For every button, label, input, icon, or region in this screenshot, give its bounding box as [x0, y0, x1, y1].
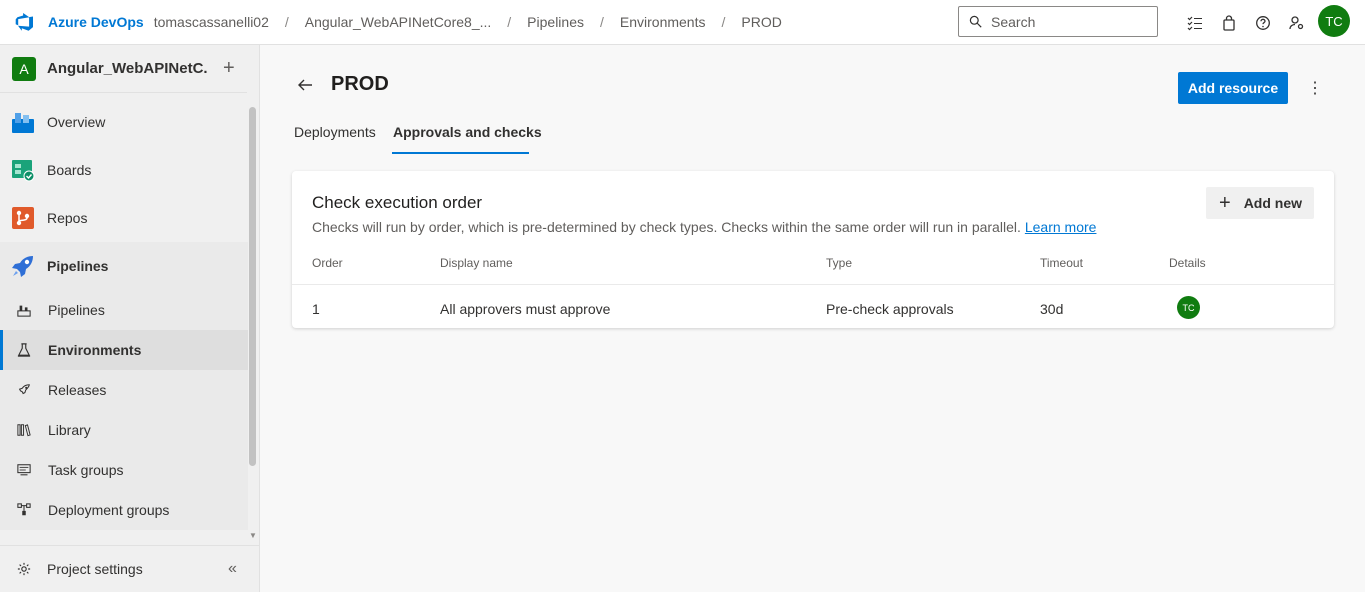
scroll-down-arrow-icon[interactable]: ▼ — [249, 531, 257, 540]
cell-type: Pre-check approvals — [826, 301, 954, 317]
table-divider — [292, 284, 1334, 285]
sidebar-item-overview[interactable]: Overview — [0, 102, 248, 142]
column-header-order: Order — [312, 256, 343, 270]
sidebar-item-pipelines-group[interactable]: Pipelines — [0, 242, 248, 290]
card-title: Check execution order — [312, 193, 483, 212]
more-options-icon[interactable]: ⋮ — [1305, 78, 1325, 98]
help-icon[interactable] — [1246, 13, 1280, 33]
column-header-display-name: Display name — [440, 256, 513, 270]
project-settings[interactable]: Project settings « — [0, 545, 259, 592]
breadcrumb-separator: / — [721, 14, 726, 30]
sidebar-item-library[interactable]: Library — [0, 410, 248, 450]
deployment-groups-icon — [14, 500, 34, 520]
cell-display-name: All approvers must approve — [440, 301, 611, 317]
breadcrumb-pipelines[interactable]: Pipelines — [527, 14, 584, 30]
breadcrumb-project[interactable]: Angular_WebAPINetCore8_... — [305, 14, 492, 30]
tab-deployments[interactable]: Deployments — [294, 124, 376, 140]
plus-icon: + — [1219, 192, 1231, 214]
sidebar-item-label: Releases — [48, 382, 107, 398]
breadcrumb-separator: / — [284, 14, 289, 30]
column-header-details: Details — [1169, 256, 1206, 270]
sidebar-item-repos[interactable]: Repos — [0, 198, 248, 238]
project-settings-label: Project settings — [47, 561, 143, 577]
project-badge: A — [12, 56, 36, 81]
user-avatar[interactable]: TC — [1318, 5, 1350, 37]
sidebar-scrollbar[interactable] — [249, 107, 256, 466]
column-header-timeout: Timeout — [1040, 256, 1083, 270]
sidebar-item-label: Task groups — [48, 462, 124, 478]
sidebar-item-boards[interactable]: Boards — [0, 150, 248, 190]
task-list-icon[interactable] — [1178, 13, 1212, 33]
breadcrumb-current[interactable]: PROD — [741, 14, 781, 30]
search-placeholder: Search — [991, 13, 1036, 30]
breadcrumb-environments[interactable]: Environments — [620, 14, 706, 30]
add-project-button[interactable]: + — [223, 57, 235, 80]
search-icon — [969, 15, 982, 28]
project-name: Angular_WebAPINetC... — [47, 60, 207, 77]
sidebar-item-releases[interactable]: Releases — [0, 370, 248, 410]
repos-icon — [11, 206, 35, 230]
sidebar-item-label: Boards — [47, 162, 92, 178]
sidebar-item-label: Overview — [47, 114, 106, 130]
add-new-button[interactable]: + Add new — [1206, 187, 1314, 219]
learn-more-link[interactable]: Learn more — [1025, 219, 1097, 235]
active-tab-indicator — [392, 152, 529, 154]
details-avatar[interactable]: TC — [1177, 296, 1200, 319]
breadcrumb-separator: / — [600, 14, 604, 30]
column-header-type: Type — [826, 256, 853, 270]
brand-name: Azure DevOps — [48, 14, 144, 30]
sidebar-item-pipelines[interactable]: Pipelines — [0, 290, 248, 330]
breadcrumb-separator: / — [507, 14, 512, 30]
gear-icon — [17, 562, 31, 576]
sidebar-item-label: Library — [48, 422, 91, 438]
sidebar-item-label: Repos — [47, 210, 88, 226]
search-input[interactable]: Search — [958, 6, 1158, 37]
pipelines-sub-icon — [14, 300, 34, 320]
cell-timeout: 30d — [1040, 301, 1064, 317]
card-subtitle: Checks will run by order, which is pre-d… — [312, 219, 1096, 235]
task-groups-icon — [14, 460, 34, 480]
releases-icon — [14, 380, 34, 400]
project-header[interactable]: A Angular_WebAPINetC... + — [0, 45, 247, 93]
sidebar-item-label: Pipelines — [47, 258, 109, 274]
shopping-bag-icon[interactable] — [1212, 13, 1246, 33]
sidebar-item-label: Environments — [48, 342, 142, 358]
azure-devops-logo[interactable]: Azure DevOps — [0, 10, 144, 34]
library-icon — [14, 420, 34, 440]
sidebar-item-environments[interactable]: Environments — [0, 330, 248, 370]
tab-approvals-and-checks[interactable]: Approvals and checks — [393, 124, 542, 140]
user-settings-icon[interactable] — [1280, 13, 1314, 33]
sidebar-item-deployment-groups[interactable]: Deployment groups — [0, 490, 248, 530]
boards-icon — [11, 158, 35, 182]
top-icon-bar — [1178, 13, 1314, 33]
cell-order: 1 — [312, 301, 320, 317]
add-resource-button[interactable]: Add resource — [1178, 72, 1288, 104]
sidebar-item-label: Deployment groups — [48, 502, 170, 518]
page-title: PROD — [331, 73, 389, 95]
collapse-sidebar-button[interactable]: « — [228, 560, 237, 578]
pipelines-icon — [11, 254, 35, 278]
breadcrumb-org[interactable]: tomascassanelli02 — [154, 14, 269, 30]
sidebar-item-label: Pipelines — [48, 302, 105, 318]
add-new-label: Add new — [1243, 195, 1303, 211]
back-arrow-icon[interactable] — [297, 77, 313, 93]
sidebar-item-task-groups[interactable]: Task groups — [0, 450, 248, 490]
azure-devops-icon — [15, 13, 33, 31]
check-execution-card: Check execution order Checks will run by… — [292, 171, 1334, 328]
sidebar: A Angular_WebAPINetC... + Overview Board… — [0, 45, 260, 592]
environments-icon — [14, 340, 34, 360]
top-bar: Azure DevOps tomascassanelli02 / Angular… — [0, 0, 1365, 45]
overview-icon — [11, 110, 35, 134]
card-subtitle-text: Checks will run by order, which is pre-d… — [312, 219, 1021, 235]
